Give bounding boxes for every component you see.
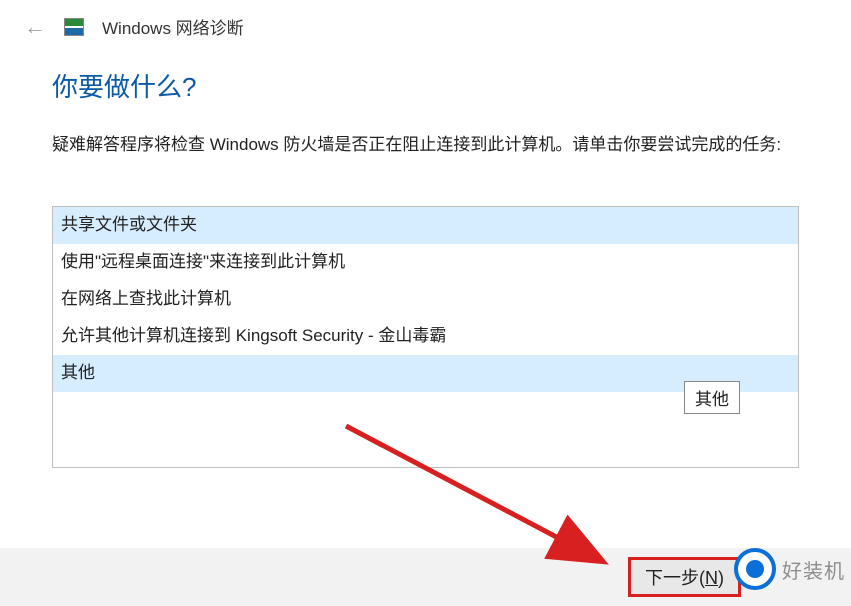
- next-button[interactable]: 下一步(N): [628, 557, 741, 597]
- next-label-suffix: ): [718, 568, 724, 588]
- option-share-files[interactable]: 共享文件或文件夹: [53, 207, 798, 244]
- option-label: 使用"远程桌面连接"来连接到此计算机: [61, 252, 345, 271]
- header: ← Windows 网络诊断: [0, 0, 851, 39]
- option-find-on-network[interactable]: 在网络上查找此计算机: [53, 281, 798, 318]
- content-area: 你要做什么? 疑难解答程序将检查 Windows 防火墙是否正在阻止连接到此计算…: [0, 39, 851, 468]
- option-label: 允许其他计算机连接到 Kingsoft Security - 金山毒霸: [61, 326, 446, 345]
- option-label: 其他: [61, 363, 95, 382]
- tooltip: 其他: [684, 381, 740, 414]
- watermark-logo-icon: [734, 548, 776, 590]
- back-arrow-icon[interactable]: ←: [24, 16, 46, 38]
- page-description: 疑难解答程序将检查 Windows 防火墙是否正在阻止连接到此计算机。请单击你要…: [52, 132, 799, 158]
- page-question: 你要做什么?: [52, 67, 799, 104]
- option-label: 共享文件或文件夹: [61, 215, 197, 234]
- next-label-key: N: [705, 568, 718, 588]
- option-remote-desktop[interactable]: 使用"远程桌面连接"来连接到此计算机: [53, 244, 798, 281]
- options-listbox[interactable]: 共享文件或文件夹 使用"远程桌面连接"来连接到此计算机 在网络上查找此计算机 允…: [52, 206, 799, 468]
- next-label-prefix: 下一步(: [645, 568, 705, 588]
- footer: 下一步(N): [0, 548, 851, 606]
- app-icon: [64, 18, 84, 36]
- window-title: Windows 网络诊断: [102, 14, 244, 39]
- watermark-text: 好装机: [782, 555, 845, 584]
- watermark: 好装机: [734, 548, 845, 590]
- option-kingsoft-security[interactable]: 允许其他计算机连接到 Kingsoft Security - 金山毒霸: [53, 318, 798, 355]
- option-label: 在网络上查找此计算机: [61, 289, 231, 308]
